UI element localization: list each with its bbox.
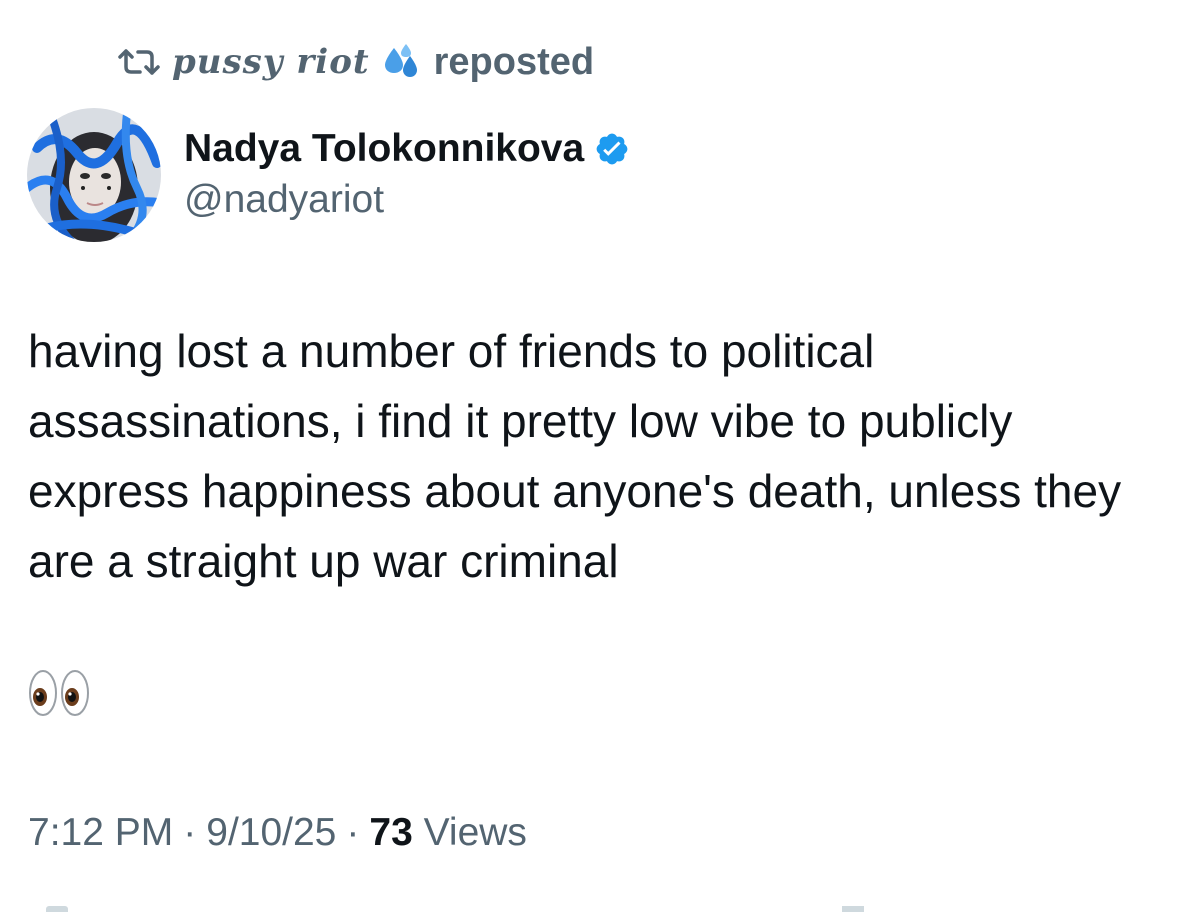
meta-separator: · xyxy=(183,811,197,854)
tweet-meta: 7:12 PM · 9/10/25 · 73 Views xyxy=(28,811,527,855)
tweet-date[interactable]: 9/10/25 xyxy=(206,811,336,855)
eyes-emoji xyxy=(28,668,90,718)
views-count: 73 xyxy=(369,811,413,854)
author-name-row[interactable]: Nadya Tolokonnikova xyxy=(184,124,630,174)
views-label: Views xyxy=(423,811,527,854)
repost-icon xyxy=(118,47,160,77)
droplets-icon xyxy=(382,42,422,82)
author-name[interactable]: Nadya Tolokonnikova xyxy=(184,127,584,171)
verified-badge-icon[interactable] xyxy=(594,131,630,167)
avatar[interactable] xyxy=(27,108,161,242)
repost-header: pussy riot reposted xyxy=(118,38,594,86)
author-handle[interactable]: @nadyariot xyxy=(184,178,384,222)
reply-icon[interactable] xyxy=(46,906,68,912)
eye-left-icon xyxy=(28,668,58,718)
eye-right-icon xyxy=(60,668,90,718)
bookmark-icon[interactable] xyxy=(842,906,864,912)
repost-label: reposted xyxy=(433,40,595,83)
tweet-time[interactable]: 7:12 PM xyxy=(28,811,173,855)
tweet-text: having lost a number of friends to polit… xyxy=(28,325,1134,587)
meta-separator: · xyxy=(346,811,360,854)
reposter-name-link[interactable]: pussy riot xyxy=(172,42,370,82)
